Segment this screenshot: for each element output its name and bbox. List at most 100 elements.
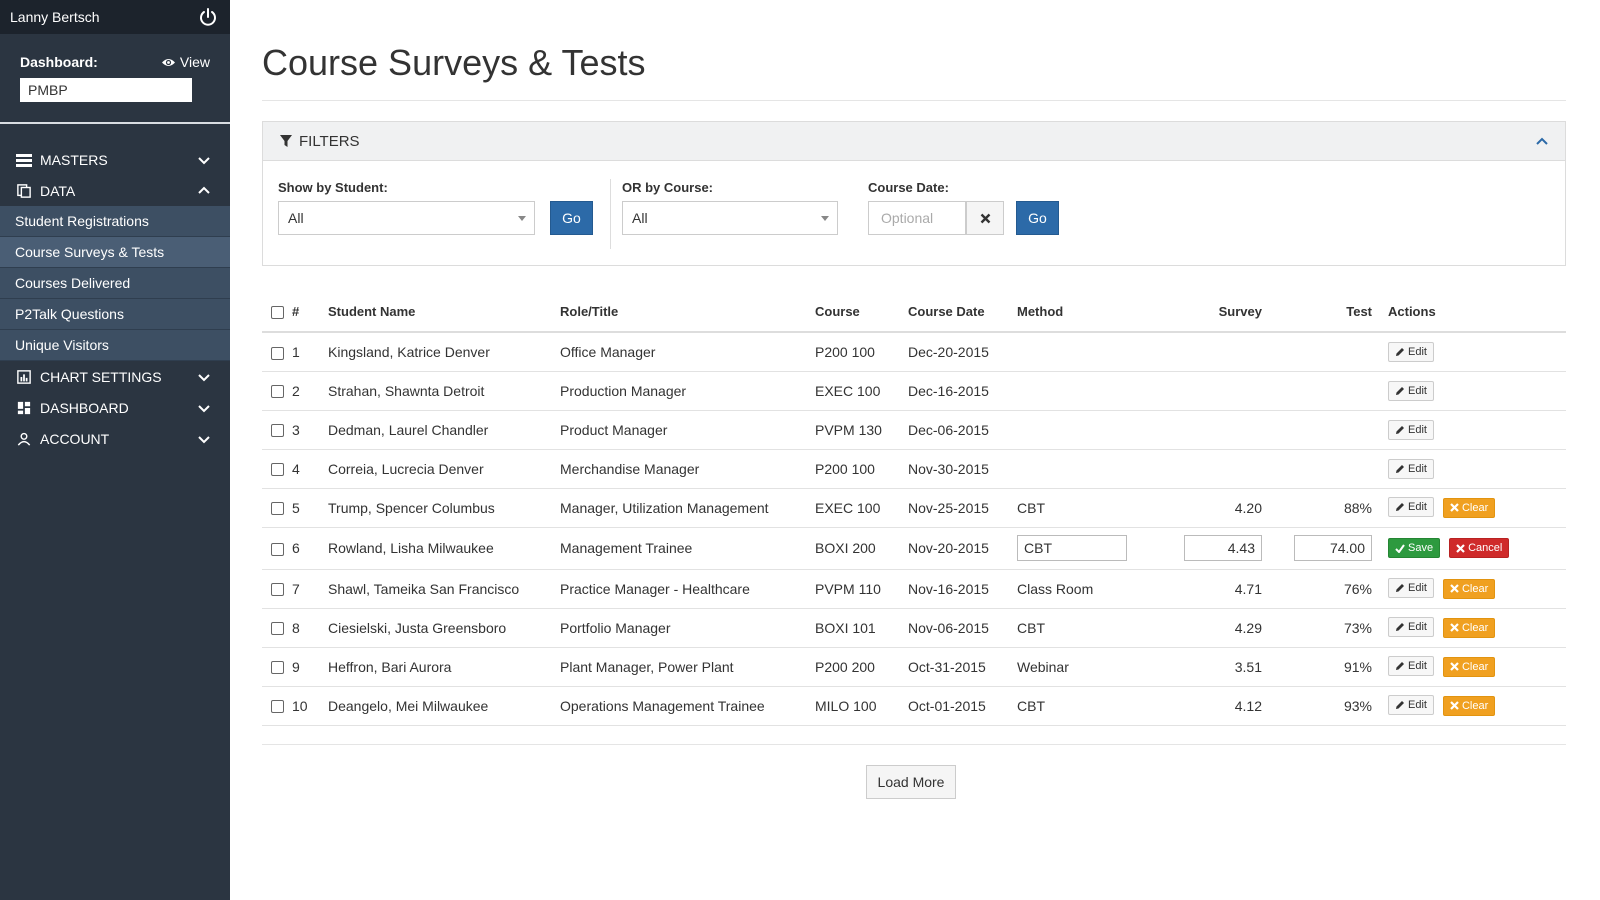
cancel-button[interactable]: Cancel (1449, 538, 1510, 558)
row-checkbox[interactable] (271, 463, 284, 477)
table-row: 7 Shawl, Tameika San Francisco Practice Ma… (262, 569, 1566, 609)
role-cell: Plant Manager, Power Plant (560, 647, 815, 687)
filters-body: Show by Student: All Go OR by Course: Al… (263, 161, 1565, 265)
row-checkbox[interactable] (271, 622, 284, 636)
view-link[interactable]: View (161, 54, 210, 70)
nav-chart-settings-label: CHART SETTINGS (40, 368, 162, 385)
student-name-cell: Rowland, Lisha Milwaukee (328, 527, 560, 570)
sidebar-item-student-registrations[interactable]: Student Registrations (0, 206, 230, 237)
course-select-value: All (632, 210, 648, 226)
course-date-cell: Dec-20-2015 (908, 332, 1017, 372)
power-icon[interactable] (198, 7, 218, 27)
survey-cell: 4.71 (1137, 569, 1262, 609)
row-number: 9 (292, 647, 328, 687)
edit-button[interactable]: Edit (1388, 341, 1434, 362)
select-all-checkbox[interactable] (271, 306, 284, 320)
filters-header[interactable]: FILTERS (263, 122, 1565, 161)
header-course[interactable]: Course (815, 292, 908, 333)
user-name: Lanny Bertsch (10, 9, 100, 25)
chevron-down-icon (198, 435, 210, 443)
sidebar-item-course-surveys-tests[interactable]: Course Surveys & Tests (0, 237, 230, 268)
course-filter-label: OR by Course: (622, 180, 714, 195)
cancel-label: Cancel (1468, 542, 1503, 554)
row-checkbox[interactable] (271, 542, 284, 556)
sidebar-item-courses-delivered[interactable]: Courses Delivered (0, 268, 230, 299)
title-divider (262, 100, 1566, 101)
nav-data[interactable]: DATA (0, 175, 230, 206)
pencil-icon (1396, 623, 1404, 632)
nav-account[interactable]: ACCOUNT (0, 423, 230, 454)
row-checkbox[interactable] (271, 502, 284, 516)
student-select[interactable]: All (278, 201, 535, 235)
edit-button[interactable]: Edit (1388, 578, 1434, 599)
course-date-cell: Nov-16-2015 (908, 569, 1017, 609)
survey-input[interactable] (1184, 535, 1262, 561)
nav-dashboard[interactable]: DASHBOARD (0, 392, 230, 423)
sidebar-item-p2talk-questions[interactable]: P2Talk Questions (0, 299, 230, 330)
method-cell (1017, 410, 1137, 450)
header-test[interactable]: Test (1262, 292, 1372, 333)
header-survey[interactable]: Survey (1137, 292, 1262, 333)
course-date-cell: Nov-06-2015 (908, 608, 1017, 648)
filters-panel: FILTERS Show by Student: All Go OR by Co… (262, 121, 1566, 266)
dashboard-input[interactable] (20, 78, 192, 102)
date-go-button[interactable]: Go (1016, 201, 1059, 235)
course-cell: BOXI 200 (815, 527, 908, 570)
edit-label: Edit (1408, 501, 1427, 514)
table-row: 3 Dedman, Laurel Chandler Product Manager P… (262, 410, 1566, 450)
course-cell: BOXI 101 (815, 608, 908, 648)
table-row: 5 Trump, Spencer Columbus Manager, Utiliza… (262, 488, 1566, 528)
load-more-button[interactable]: Load More (866, 764, 956, 799)
test-cell: 88% (1262, 488, 1372, 528)
test-cell: 76% (1262, 569, 1372, 609)
filters-title: FILTERS (299, 132, 360, 150)
header-date[interactable]: Course Date (908, 292, 1017, 333)
edit-label: Edit (1408, 621, 1427, 634)
method-cell (1017, 332, 1137, 372)
chevron-up-icon[interactable] (1535, 136, 1549, 146)
clear-button[interactable]: Clear (1442, 497, 1496, 518)
row-checkbox[interactable] (271, 700, 284, 714)
test-cell (1262, 332, 1372, 372)
load-more-area: Load More (262, 743, 1566, 804)
clear-button[interactable]: Clear (1442, 695, 1496, 716)
sidebar-item-unique-visitors[interactable]: Unique Visitors (0, 330, 230, 361)
test-input[interactable] (1294, 535, 1372, 561)
chevron-down-icon (198, 404, 210, 412)
row-checkbox[interactable] (271, 346, 284, 360)
method-input[interactable] (1017, 535, 1127, 561)
dashboard-icon (17, 401, 31, 414)
course-select[interactable]: All (622, 201, 838, 235)
edit-button[interactable]: Edit (1388, 656, 1434, 677)
header-role[interactable]: Role/Title (560, 292, 815, 333)
student-go-button[interactable]: Go (550, 201, 593, 235)
row-checkbox[interactable] (271, 583, 284, 597)
nav-masters[interactable]: MASTERS (0, 144, 230, 175)
row-checkbox[interactable] (271, 385, 284, 399)
edit-button[interactable]: Edit (1388, 695, 1434, 716)
edit-label: Edit (1408, 345, 1427, 358)
edit-button[interactable]: Edit (1388, 617, 1434, 638)
clear-button[interactable]: Clear (1442, 656, 1496, 677)
date-clear-button[interactable] (966, 201, 1004, 235)
header-method[interactable]: Method (1017, 292, 1137, 333)
header-student[interactable]: Student Name (328, 292, 560, 333)
edit-button[interactable]: Edit (1388, 419, 1434, 440)
course-date-input[interactable]: Optional (868, 201, 966, 235)
row-checkbox[interactable] (271, 424, 284, 438)
edit-label: Edit (1408, 384, 1427, 397)
edit-button[interactable]: Edit (1388, 497, 1434, 518)
clear-button[interactable]: Clear (1442, 617, 1496, 638)
role-cell: Management Trainee (560, 527, 815, 570)
nav-chart-settings[interactable]: CHART SETTINGS (0, 361, 230, 392)
row-checkbox[interactable] (271, 661, 284, 675)
edit-button[interactable]: Edit (1388, 458, 1434, 479)
close-icon (1450, 701, 1459, 711)
student-name-cell: Deangelo, Mei Milwaukee (328, 686, 560, 726)
save-button[interactable]: Save (1388, 538, 1441, 558)
clear-button[interactable]: Clear (1442, 578, 1496, 599)
pencil-icon (1396, 662, 1404, 671)
close-icon (1450, 623, 1459, 633)
view-label: View (179, 54, 210, 70)
edit-button[interactable]: Edit (1388, 380, 1434, 401)
